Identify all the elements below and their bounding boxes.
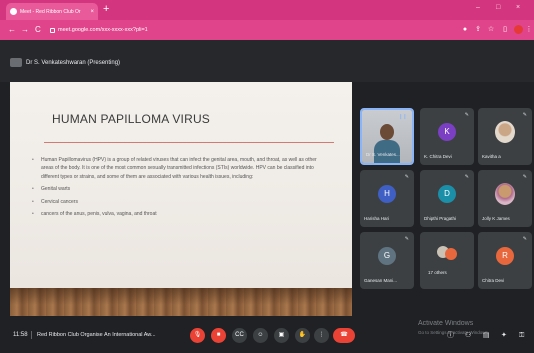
participant-name: Dr S. Venkates... <box>366 152 400 157</box>
video-person-head <box>380 124 394 140</box>
slide-divider <box>44 142 334 143</box>
meet-favicon-icon <box>10 8 17 15</box>
back-button[interactable]: ← <box>8 25 16 34</box>
activities-icon[interactable]: ✦ <box>501 331 507 340</box>
participant-name: Dhipthi Pragathi <box>424 216 457 221</box>
participant-tile[interactable]: ✎ G Ganesan Mani... <box>360 232 414 289</box>
avatar: G <box>378 247 396 265</box>
new-tab-button[interactable]: + <box>103 4 109 15</box>
address-bar: ← → C meet.google.com/xxx-xxxx-xxx?pli=1… <box>0 20 534 40</box>
profile-avatar[interactable] <box>514 25 523 34</box>
browser-menu-icon[interactable]: ⋮ <box>525 26 533 34</box>
bookmark-star-icon[interactable]: ☆ <box>487 26 495 34</box>
share-icon[interactable]: ⇪ <box>474 26 482 34</box>
participant-name: Harisha Hari <box>364 216 390 221</box>
meet-header: Dr S. Venkateshwaran (Presenting) <box>0 40 534 82</box>
participant-tile[interactable]: ✎ D Dhipthi Pragathi <box>420 170 474 227</box>
slide: HUMAN PAPILLOMA VIRUS Human Papillomavir… <box>10 82 352 288</box>
maximize-button[interactable]: □ <box>496 4 500 12</box>
participant-tile-others[interactable]: 17 others <box>420 232 474 289</box>
chat-icon[interactable]: ▤ <box>483 331 490 340</box>
slide-title: HUMAN PAPILLOMA VIRUS <box>52 112 211 126</box>
avatar: D <box>438 185 456 203</box>
url-text: meet.google.com/xxx-xxxx-xxx?pli=1 <box>58 27 148 33</box>
presenter-chip: Dr S. Venkateshwaran (Presenting) <box>10 58 120 67</box>
slide-floor-shadow <box>10 288 352 316</box>
lock-icon <box>50 27 55 33</box>
host-controls-icon[interactable]: ⚿ <box>519 331 524 340</box>
participant-tile[interactable]: ✎ Jolly K James <box>478 170 532 227</box>
avatar: R <box>496 247 514 265</box>
slide-bullet: cancers of the anus, penis, vulva, vagin… <box>32 210 322 219</box>
raise-hand-button[interactable]: ✋ <box>295 328 310 343</box>
info-icon[interactable]: ⓘ <box>447 331 454 340</box>
avatar-photo <box>495 183 515 205</box>
separator <box>31 331 32 339</box>
sidepanel-icon[interactable]: ▯ <box>501 26 509 34</box>
minimize-button[interactable]: – <box>476 4 480 12</box>
people-icon[interactable]: ⚇ <box>465 331 471 340</box>
forward-button[interactable]: → <box>21 25 29 34</box>
mic-off-icon: ✎ <box>464 112 469 118</box>
slide-bullet: Human Papillomavirus (HPV) is a group of… <box>32 156 322 181</box>
tab-strip: Meet - Red Ribbon Club Or × + – □ × <box>0 0 534 20</box>
avatar: H <box>378 185 396 203</box>
browser-window: Meet - Red Ribbon Club Or × + – □ × ← → … <box>0 0 534 353</box>
avatar: K <box>438 123 456 141</box>
camera-indicator-icon[interactable]: ● <box>461 26 469 34</box>
meeting-time: 11:58 <box>13 332 28 338</box>
avatar-photo <box>495 121 515 143</box>
tab-close-icon[interactable]: × <box>90 9 94 15</box>
mic-off-icon: ✎ <box>522 112 527 118</box>
present-button[interactable]: ▣ <box>274 328 289 343</box>
slide-bullets: Human Papillomavirus (HPV) is a group of… <box>32 156 322 222</box>
slide-bullet: Genital warts <box>32 185 322 194</box>
meeting-title: Red Ribbon Club Organise An Internationa… <box>37 332 156 338</box>
participant-name: Chitra Devi <box>482 278 505 283</box>
others-avatars <box>435 246 459 260</box>
mic-off-icon: ✎ <box>404 174 409 180</box>
participant-name: K. Chitra Devi <box>424 154 452 159</box>
mic-off-icon: ✎ <box>522 236 527 242</box>
reload-button[interactable]: C <box>35 25 41 34</box>
shared-screen: HUMAN PAPILLOMA VIRUS Human Papillomavir… <box>10 82 352 316</box>
mic-toggle-button[interactable]: 🎙 <box>190 328 205 343</box>
presenter-label: Dr S. Venkateshwaran (Presenting) <box>26 59 121 66</box>
participant-name: Ganesan Mani... <box>364 278 398 283</box>
activate-windows-watermark: Activate Windows <box>418 320 474 327</box>
tab-title: Meet - Red Ribbon Club Or <box>20 8 81 15</box>
participant-name: Jolly K James <box>482 216 510 221</box>
captions-button[interactable]: CC <box>232 328 247 343</box>
url-field[interactable]: meet.google.com/xxx-xxxx-xxx?pli=1 <box>50 24 400 36</box>
participant-tile[interactable]: ✎ Kavitha a <box>478 108 532 165</box>
speaking-icon: ❙❙ <box>398 114 407 120</box>
mic-off-icon: ✎ <box>522 174 527 180</box>
more-options-button[interactable]: ⋮ <box>314 328 329 343</box>
mic-off-icon: ✎ <box>404 236 409 242</box>
camera-toggle-button[interactable]: ■ <box>211 328 226 343</box>
participant-name: Kavitha a <box>482 154 501 159</box>
participant-tile-presenter[interactable]: ❙❙ Dr S. Venkates... <box>360 108 414 165</box>
leave-call-button[interactable]: ☎ <box>333 328 355 343</box>
mic-off-icon: ✎ <box>464 174 469 180</box>
slide-bullet: Cervical cancers <box>32 198 322 207</box>
participant-tile[interactable]: ✎ H Harisha Hari <box>360 170 414 227</box>
close-window-button[interactable]: × <box>516 4 520 12</box>
presenting-icon <box>10 58 22 67</box>
participant-tile[interactable]: ✎ K K. Chitra Devi <box>420 108 474 165</box>
meeting-controls-bar: 11:58 Red Ribbon Club Organise An Intern… <box>0 318 534 353</box>
avatar <box>445 248 457 260</box>
emoji-button[interactable]: ☺ <box>253 328 268 343</box>
tab-meet[interactable]: Meet - Red Ribbon Club Or × <box>6 3 98 20</box>
participant-name: 17 others <box>428 270 447 275</box>
participant-tile[interactable]: ✎ R Chitra Devi <box>478 232 532 289</box>
